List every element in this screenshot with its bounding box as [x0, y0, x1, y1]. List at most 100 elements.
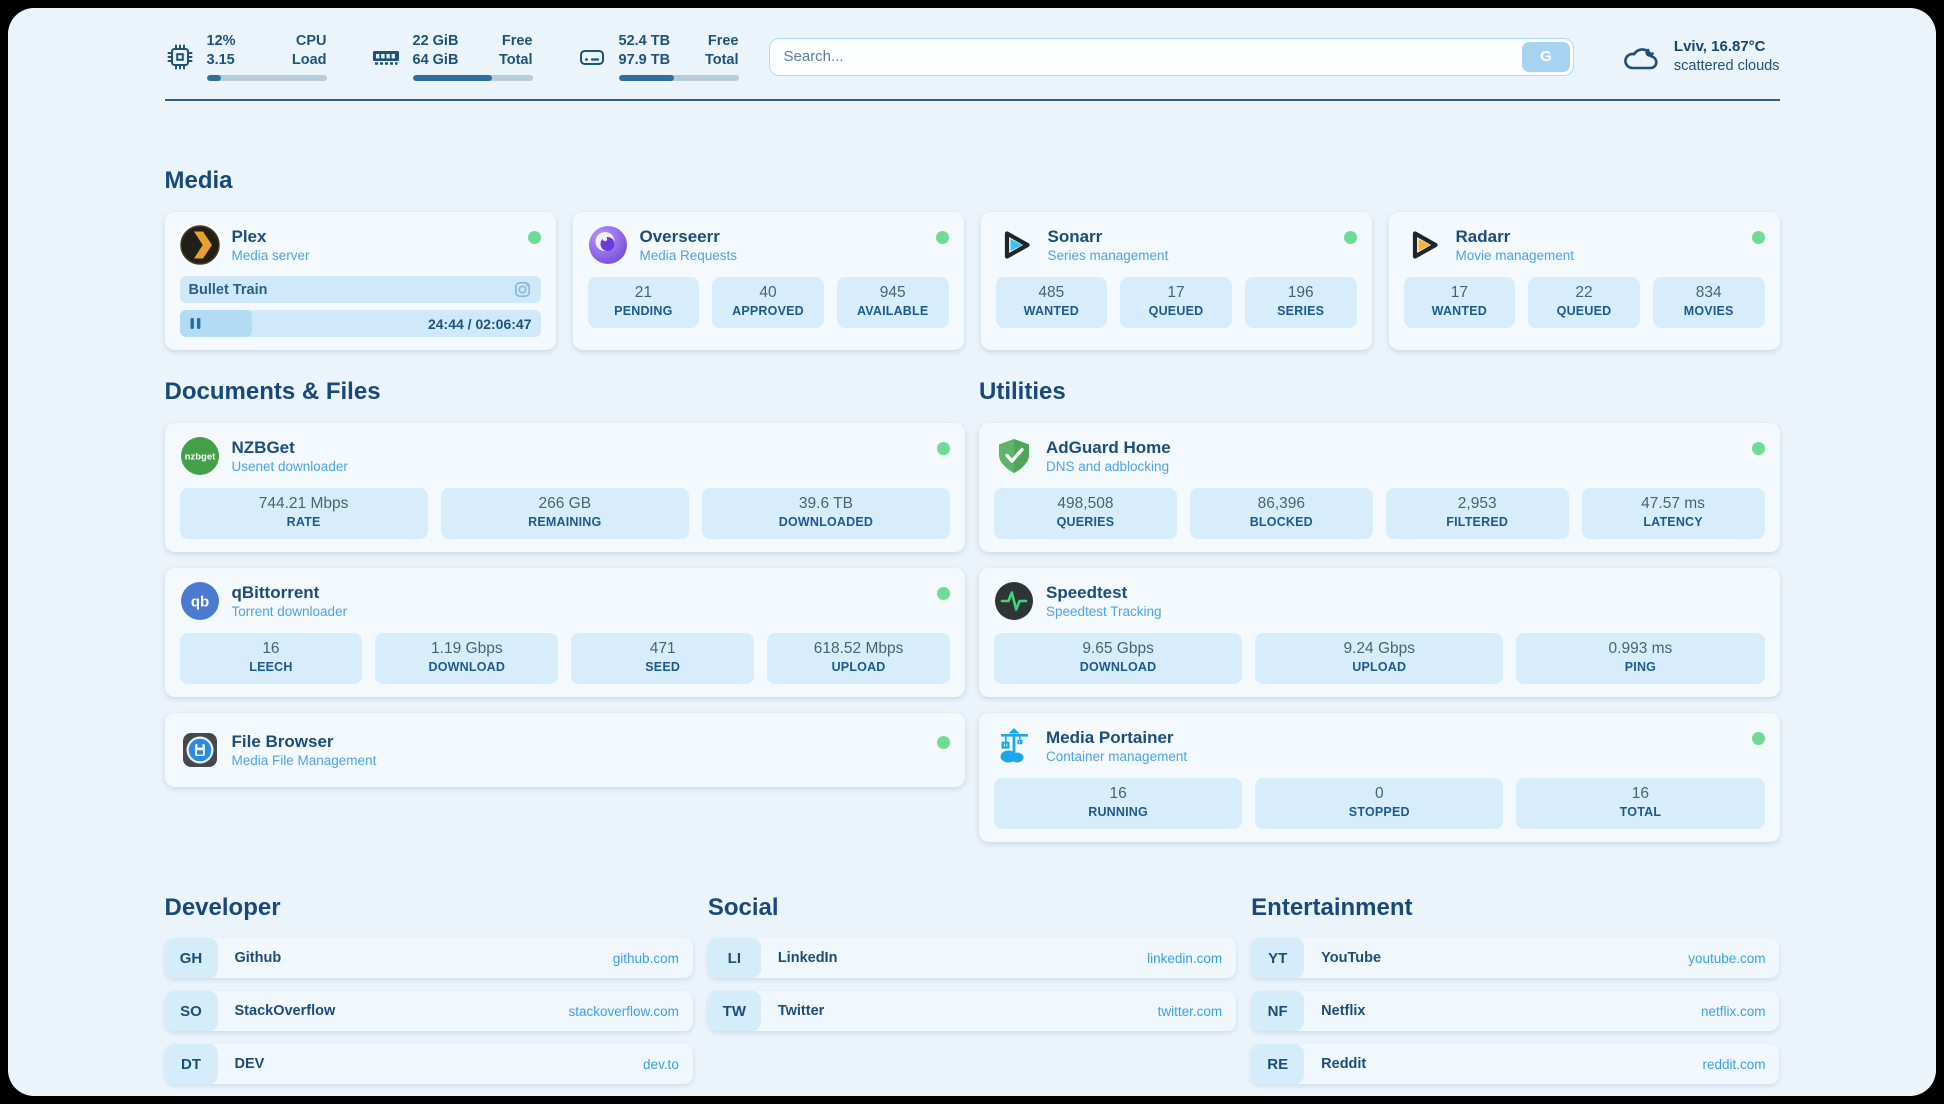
- bookmark-abbr: LI: [708, 938, 761, 978]
- stat-label: QUEUED: [1532, 303, 1636, 320]
- app-card-filebrowser[interactable]: File Browser Media File Management: [165, 713, 966, 787]
- app-subtitle: DNS and adblocking: [1046, 458, 1171, 476]
- stat-label: LEECH: [184, 659, 359, 676]
- bookmark-link-github[interactable]: GH Github github.com: [165, 938, 693, 978]
- status-online-dot: [937, 442, 950, 455]
- stat-label: RUNNING: [998, 804, 1238, 821]
- now-playing-title: Bullet Train: [189, 282, 505, 298]
- utilities-heading: Utilities: [979, 378, 1780, 406]
- nzbget-icon: nzbget: [180, 436, 220, 476]
- search-provider-button[interactable]: G: [1522, 42, 1570, 72]
- bookmark-link-twitter[interactable]: TW Twitter twitter.com: [708, 991, 1236, 1031]
- disk-progress-fill: [619, 75, 674, 81]
- app-card-radarr[interactable]: Radarr Movie management 17 WANTED 22 QUE…: [1389, 212, 1780, 350]
- stat-pill: 21 PENDING: [588, 277, 700, 328]
- bookmark-abbr: SO: [165, 991, 218, 1031]
- stat-pill: 498,508 QUERIES: [994, 488, 1177, 539]
- topbar-divider: [165, 99, 1780, 101]
- stat-pill: 0.993 ms PING: [1516, 633, 1764, 684]
- stat-pill: 1.19 Gbps DOWNLOAD: [375, 633, 558, 684]
- bookmark-link-youtube[interactable]: YT YouTube youtube.com: [1251, 938, 1779, 978]
- search-input[interactable]: [769, 38, 1574, 76]
- bookmark-link-linkedin[interactable]: LI LinkedIn linkedin.com: [708, 938, 1236, 978]
- stat-pill: 40 APPROVED: [712, 277, 824, 328]
- app-card-speedtest[interactable]: Speedtest Speedtest Tracking 9.65 Gbps D…: [979, 568, 1780, 697]
- radarr-icon: [1404, 225, 1444, 265]
- bookmark-name: Github: [235, 950, 282, 966]
- bookmark-link-netflix[interactable]: NF Netflix netflix.com: [1251, 991, 1779, 1031]
- bookmark-url: linkedin.com: [1147, 951, 1222, 966]
- app-title: Media Portainer: [1046, 727, 1187, 748]
- stat-label: FILTERED: [1390, 514, 1565, 531]
- developer-heading: Developer: [165, 894, 693, 922]
- ram-free-value: 22 GiB: [413, 32, 459, 51]
- disk-stat: 52.4 TB Free 97.9 TB Total: [577, 32, 739, 81]
- bookmark-abbr: DT: [165, 1044, 218, 1084]
- app-card-qbittorrent[interactable]: qb qBittorrent Torrent downloader 16: [165, 568, 966, 697]
- stat-label: APPROVED: [716, 303, 820, 320]
- plex-now-playing: Bullet Train: [180, 276, 541, 303]
- bookmark-name: LinkedIn: [778, 950, 838, 966]
- ram-total-label: Total: [499, 51, 533, 70]
- entertainment-heading: Entertainment: [1251, 894, 1779, 922]
- bookmark-url: stackoverflow.com: [569, 1004, 679, 1019]
- status-online-dot: [1752, 732, 1765, 745]
- stat-label: DOWNLOAD: [379, 659, 554, 676]
- stat-value: 9.65 Gbps: [998, 639, 1238, 659]
- app-subtitle: Media server: [232, 247, 310, 265]
- stat-label: UPLOAD: [1259, 659, 1499, 676]
- app-title: qBittorrent: [232, 582, 348, 603]
- app-card-nzbget[interactable]: nzbget NZBGet Usenet downloader 744.21 M…: [165, 423, 966, 552]
- stat-pill: 86,396 BLOCKED: [1190, 488, 1373, 539]
- social-heading: Social: [708, 894, 1236, 922]
- stat-value: 16: [1520, 784, 1760, 804]
- app-card-overseerr[interactable]: Overseerr Media Requests 21 PENDING 40 A…: [573, 212, 964, 350]
- stat-pill: 618.52 Mbps UPLOAD: [767, 633, 950, 684]
- plex-progress-bar[interactable]: 24:44 / 02:06:47: [180, 310, 541, 337]
- stat-label: RATE: [184, 514, 424, 531]
- stat-pill: 17 QUEUED: [1120, 277, 1232, 328]
- app-card-plex[interactable]: Plex Media server Bullet Train: [165, 212, 556, 350]
- app-subtitle: Media Requests: [640, 247, 738, 265]
- disk-total-value: 97.9 TB: [619, 51, 671, 70]
- ram-free-label: Free: [502, 32, 533, 51]
- app-subtitle: Speedtest Tracking: [1046, 603, 1162, 621]
- stat-pill: 9.65 Gbps DOWNLOAD: [994, 633, 1242, 684]
- stat-value: 21: [592, 283, 696, 303]
- bookmark-abbr: GH: [165, 938, 218, 978]
- stat-pill: 17 WANTED: [1404, 277, 1516, 328]
- weather-widget[interactable]: Lviv, 16.87°C scattered clouds: [1620, 37, 1780, 76]
- app-subtitle: Container management: [1046, 748, 1187, 766]
- app-card-portainer[interactable]: Media Portainer Container management 16 …: [979, 713, 1780, 842]
- stat-pill: 47.57 ms LATENCY: [1582, 488, 1765, 539]
- stat-value: 945: [841, 283, 945, 303]
- cpu-stat: 12% CPU 3.15 Load: [165, 32, 327, 81]
- media-heading: Media: [165, 167, 1780, 195]
- app-card-sonarr[interactable]: Sonarr Series management 485 WANTED 17 Q…: [981, 212, 1372, 350]
- pause-icon[interactable]: [189, 317, 202, 330]
- bookmark-group-social: Social LI LinkedIn linkedin.com TW Twitt…: [708, 894, 1236, 1084]
- cpu-progress-track: [207, 75, 327, 81]
- app-card-adguard[interactable]: AdGuard Home DNS and adblocking 498,508 …: [979, 423, 1780, 552]
- cpu-icon: [165, 42, 195, 72]
- bookmark-abbr: NF: [1251, 991, 1304, 1031]
- adguard-icon: [994, 436, 1034, 476]
- cloud-icon: [1620, 40, 1662, 74]
- stat-pill: 485 WANTED: [996, 277, 1108, 328]
- cpu-progress-fill: [207, 75, 221, 81]
- bookmark-url: reddit.com: [1702, 1057, 1765, 1072]
- status-online-dot: [937, 587, 950, 600]
- stat-label: PENDING: [592, 303, 696, 320]
- stat-value: 86,396: [1194, 494, 1369, 514]
- stat-value: 485: [1000, 283, 1104, 303]
- status-online-dot: [936, 231, 949, 244]
- bookmark-link-stackoverflow[interactable]: SO StackOverflow stackoverflow.com: [165, 991, 693, 1031]
- video-camera-icon: [513, 280, 532, 299]
- stat-value: 17: [1408, 283, 1512, 303]
- bookmark-link-reddit[interactable]: RE Reddit reddit.com: [1251, 1044, 1779, 1084]
- disk-progress-track: [619, 75, 739, 81]
- app-subtitle: Torrent downloader: [232, 603, 348, 621]
- app-title: Sonarr: [1048, 226, 1169, 247]
- bookmark-link-dev[interactable]: DT DEV dev.to: [165, 1044, 693, 1084]
- system-stats: 12% CPU 3.15 Load: [165, 32, 739, 81]
